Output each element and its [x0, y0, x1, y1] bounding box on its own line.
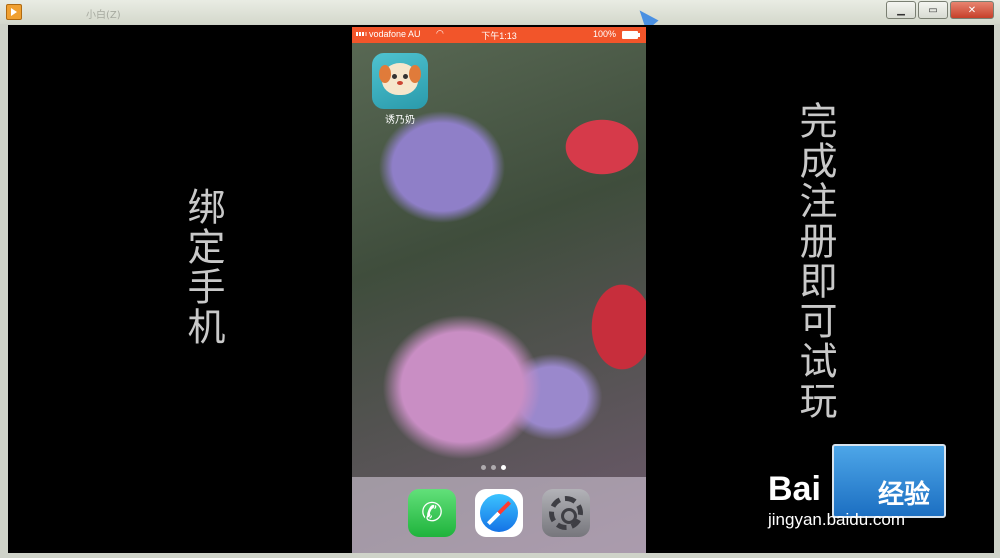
baidu-watermark: Bai 经验 jingyan.baidu.com [760, 440, 960, 540]
page-indicator[interactable] [481, 465, 506, 470]
phone-status-bar: vodafone AU ◠ 下午1:13 100% [352, 27, 646, 43]
phone-screen: vodafone AU ◠ 下午1:13 100% 诱乃奶 ✆ [352, 27, 646, 553]
phone-app-icon[interactable]: ✆ [408, 489, 456, 537]
watermark-brand: Bai [768, 470, 821, 508]
dog-app-icon[interactable] [372, 53, 428, 109]
safari-app-icon[interactable] [475, 489, 523, 537]
window-title: 小白(Z) [86, 10, 121, 21]
watermark-jingyan: 经验 [878, 480, 931, 510]
gear-icon [549, 496, 583, 530]
minimize-button[interactable]: ▁ [886, 1, 916, 19]
page-dot-active [501, 465, 506, 470]
settings-app-icon[interactable] [542, 489, 590, 537]
battery-icon [622, 31, 640, 39]
title-bar: 小白(Z) ▁ ▭ ✕ [0, 0, 1000, 24]
page-dot [491, 465, 496, 470]
dog-face-icon [379, 63, 421, 95]
app-label: 诱乃奶 [385, 115, 415, 126]
player-app-icon[interactable] [6, 4, 22, 20]
window-controls: ▁ ▭ ✕ [886, 1, 994, 19]
phone-dock: ✆ [352, 477, 646, 553]
right-caption: 完成注册即可试玩 [793, 101, 837, 421]
page-dot [481, 465, 486, 470]
left-caption: 绑定手机 [181, 187, 225, 347]
maximize-button[interactable]: ▭ [918, 1, 948, 19]
battery-percent: 100% [592, 29, 616, 39]
close-button[interactable]: ✕ [950, 1, 994, 19]
watermark-url: jingyan.baidu.com [768, 510, 906, 529]
compass-icon [480, 494, 518, 532]
